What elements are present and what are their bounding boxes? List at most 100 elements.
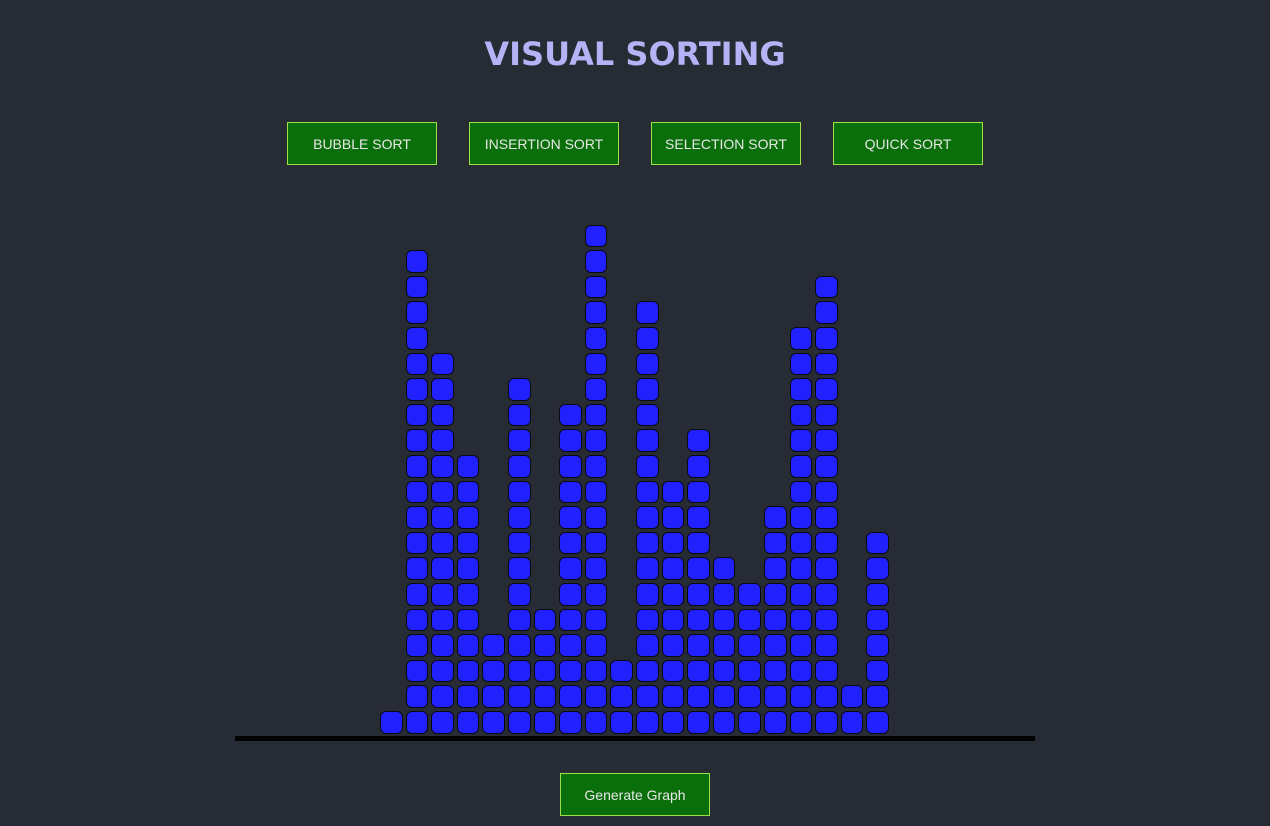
- bar-block: [508, 531, 531, 555]
- bar-block: [661, 659, 685, 683]
- bar-block: [584, 480, 608, 504]
- bar-block: [815, 583, 838, 606]
- bar-block: [482, 711, 505, 734]
- bar-block: [687, 506, 710, 529]
- bar-block: [661, 583, 685, 606]
- bar-block: [610, 659, 633, 683]
- bar-block: [712, 608, 736, 632]
- bar-block: [866, 711, 889, 734]
- bar-block: [431, 352, 454, 376]
- bar-block: [508, 403, 531, 427]
- bar-block: [712, 711, 736, 734]
- bar-block: [431, 711, 454, 734]
- quick-sort-button[interactable]: QUICK SORT: [833, 122, 983, 165]
- bar-block: [431, 403, 454, 427]
- bar-block: [456, 506, 480, 529]
- bar-block: [661, 634, 685, 657]
- bar-block: [533, 634, 557, 657]
- bar-block: [764, 608, 787, 632]
- bar-block: [482, 685, 505, 708]
- bar-block: [508, 455, 531, 478]
- bar-block: [687, 455, 710, 478]
- bar-block: [559, 429, 582, 452]
- bar-block: [405, 378, 429, 401]
- bar-block: [610, 711, 633, 734]
- bar-block: [789, 455, 813, 478]
- bar-block: [789, 327, 813, 350]
- bar-block: [789, 557, 813, 580]
- bar-block: [584, 327, 608, 350]
- bar-block: [508, 557, 531, 580]
- bar-block: [405, 531, 429, 555]
- bar-block: [584, 301, 608, 324]
- bar-block: [559, 557, 582, 580]
- bar-block: [559, 659, 582, 683]
- bar-block: [456, 480, 480, 504]
- bar-block: [866, 557, 889, 580]
- bar-block: [584, 403, 608, 427]
- bar-block: [764, 685, 787, 708]
- bar-block: [866, 583, 889, 606]
- bubble-sort-button[interactable]: BUBBLE SORT: [287, 122, 437, 165]
- bar-block: [789, 378, 813, 401]
- bar-block: [584, 429, 608, 452]
- bar-block: [815, 531, 838, 555]
- bar-block: [687, 429, 710, 452]
- bar-block: [405, 275, 429, 299]
- bar-block: [764, 711, 787, 734]
- bar-block: [687, 608, 710, 632]
- bar-block: [405, 711, 429, 734]
- bar-block: [815, 455, 838, 478]
- bar-block: [431, 429, 454, 452]
- bar-block: [431, 455, 454, 478]
- bar-block: [789, 480, 813, 504]
- bar-block: [636, 608, 659, 632]
- bar-block: [636, 301, 659, 324]
- bar-block: [508, 480, 531, 504]
- bar-block: [738, 659, 761, 683]
- selection-sort-button[interactable]: SELECTION SORT: [651, 122, 801, 165]
- bar-block: [687, 685, 710, 708]
- bar-block: [559, 583, 582, 606]
- bar-block: [815, 685, 838, 708]
- bar-block: [482, 634, 505, 657]
- visual-sorting-page: VISUAL SORTING BUBBLE SORT INSERTION SOR…: [0, 0, 1270, 826]
- bar-block: [636, 634, 659, 657]
- bar-block: [815, 557, 838, 580]
- bar-block: [584, 378, 608, 401]
- generate-graph-button[interactable]: Generate Graph: [560, 773, 710, 816]
- bar-block: [636, 327, 659, 350]
- bar-block: [559, 711, 582, 734]
- bar-block: [661, 711, 685, 734]
- bar-block: [738, 685, 761, 708]
- bar-block: [508, 429, 531, 452]
- bar-block: [712, 685, 736, 708]
- bar-block: [431, 634, 454, 657]
- bar-block: [405, 506, 429, 529]
- bar-block: [815, 429, 838, 452]
- bar-block: [431, 583, 454, 606]
- bar-block: [661, 608, 685, 632]
- bar-block: [584, 557, 608, 580]
- page-title: VISUAL SORTING: [484, 35, 786, 73]
- bar-block: [866, 608, 889, 632]
- bar-block: [661, 685, 685, 708]
- bar-block: [559, 455, 582, 478]
- bar-block: [764, 583, 787, 606]
- bar-block: [559, 480, 582, 504]
- bar-block: [431, 557, 454, 580]
- insertion-sort-button[interactable]: INSERTION SORT: [469, 122, 619, 165]
- bar-block: [456, 659, 480, 683]
- bar-block: [815, 403, 838, 427]
- bar-block: [533, 608, 557, 632]
- bar-block: [431, 659, 454, 683]
- bar-block: [636, 455, 659, 478]
- bar-block: [405, 403, 429, 427]
- bar-block: [431, 480, 454, 504]
- bar-block: [687, 583, 710, 606]
- bar-block: [764, 531, 787, 555]
- graph-baseline: [235, 736, 1035, 741]
- bar-block: [584, 455, 608, 478]
- bar-block: [764, 634, 787, 657]
- bar-block: [687, 480, 710, 504]
